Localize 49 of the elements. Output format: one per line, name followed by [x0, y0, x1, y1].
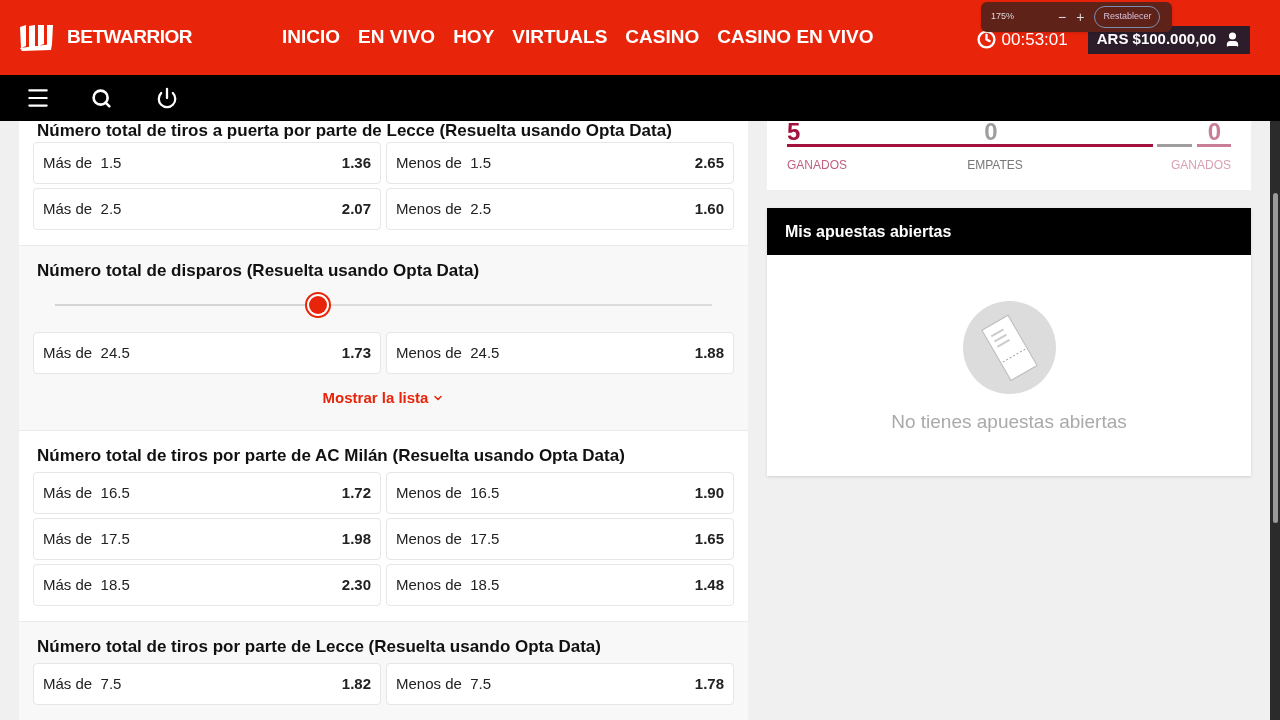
- session-timer: 00:53:01: [1001, 28, 1068, 51]
- slider-track[interactable]: [55, 292, 712, 318]
- nav-link[interactable]: CASINO EN VIVO: [717, 23, 874, 52]
- odds-button[interactable]: Más de 24.5 1.73: [33, 332, 381, 374]
- odds-button[interactable]: Menos de 24.5 1.88: [386, 332, 734, 374]
- odds-button[interactable]: Más de 16.5 1.72: [33, 472, 381, 514]
- empty-message: No tienes apuestas abiertas: [891, 410, 1127, 434]
- market-title: Número total de tiros por parte de AC Milán (Resuelta usando Opta Data): [36, 445, 626, 467]
- market-title: Número total de tiros por parte de Lecce (Resuelta usando Opta Data): [36, 636, 602, 658]
- market-title: Número total de tiros a puerta por parte de Lecce (Resuelta usando Opta Data): [36, 121, 673, 141]
- odds-button[interactable]: Menos de 18.5 1.48: [386, 564, 734, 606]
- zoom-in-button[interactable]: +: [1076, 6, 1085, 28]
- user-icon: [1224, 31, 1241, 48]
- stat-bar: [1197, 144, 1231, 147]
- odds-button[interactable]: Menos de 17.5 1.65: [386, 518, 734, 560]
- clock-icon: [976, 30, 996, 49]
- search-icon[interactable]: [91, 87, 112, 109]
- market-title: Número total de disparos (Resuelta usando Opta Data): [36, 260, 481, 282]
- odds-button[interactable]: Más de 2.5 2.07: [33, 188, 381, 230]
- scrollbar-thumb[interactable]: [1272, 193, 1278, 523]
- odds-button[interactable]: Más de 17.5 1.98: [33, 518, 381, 560]
- brand-name: BETWARRIOR: [67, 25, 193, 50]
- power-icon[interactable]: [156, 87, 178, 109]
- nav-link[interactable]: VIRTUALS: [512, 23, 608, 52]
- odds-button[interactable]: Más de 7.5 1.82: [33, 663, 381, 705]
- zoom-out-button[interactable]: −: [1058, 6, 1067, 28]
- stat-value: 5: [787, 121, 801, 143]
- show-list-link[interactable]: Mostrar la lista: [322, 386, 445, 410]
- nav-link[interactable]: CASINO: [625, 23, 700, 52]
- stat-label: GANADOS: [787, 157, 847, 174]
- stat-label: GANADOS: [1170, 157, 1231, 174]
- slider-thumb[interactable]: [304, 292, 331, 318]
- open-bets-title: Mis apuestas abiertas: [767, 208, 1251, 255]
- stat-bar: [1157, 144, 1193, 147]
- odds-button[interactable]: Menos de 16.5 1.90: [386, 472, 734, 514]
- stat-value: 0: [1207, 121, 1221, 143]
- nav-link[interactable]: HOY: [453, 23, 495, 52]
- odds-button[interactable]: Más de 18.5 2.30: [33, 564, 381, 606]
- odds-button[interactable]: Menos de 1.5 2.65: [386, 142, 734, 184]
- odds-button[interactable]: Más de 1.5 1.36: [33, 142, 381, 184]
- zoom-level: 175%: [991, 10, 1015, 24]
- stat-value: 0: [984, 121, 998, 143]
- logo-icon: [18, 24, 55, 51]
- nav-link[interactable]: EN VIVO: [358, 23, 436, 52]
- odds-button[interactable]: Menos de 7.5 1.78: [386, 663, 734, 705]
- ticket-icon: [962, 301, 1056, 394]
- odds-button[interactable]: Menos de 2.5 1.60: [386, 188, 734, 230]
- stat-label: EMPATES: [967, 157, 1023, 174]
- nav-link[interactable]: INICIO: [282, 23, 341, 52]
